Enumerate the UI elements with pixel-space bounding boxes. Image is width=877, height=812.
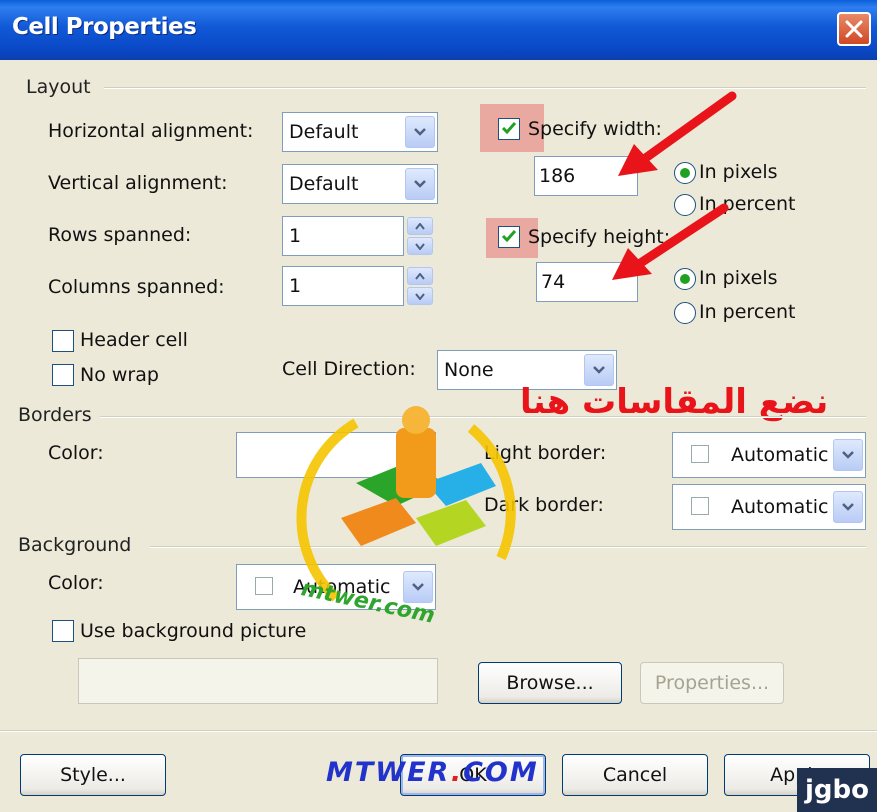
chevron-down-icon[interactable] [405, 168, 435, 200]
checkmark-icon [501, 230, 517, 243]
columns-spanned-value: 1 [289, 275, 302, 297]
header-cell-label[interactable]: Header cell [80, 329, 188, 351]
cell-direction-label: Cell Direction: [282, 358, 416, 380]
vertical-alignment-select[interactable]: Default [282, 164, 438, 204]
background-color-label: Color: [48, 572, 104, 594]
cell-properties-dialog: Cell Properties Layout Horizontal alignm… [0, 0, 877, 812]
vertical-alignment-label: Vertical alignment: [48, 172, 228, 194]
border-color-label: Color: [48, 442, 104, 464]
spin-down-icon[interactable] [407, 287, 433, 305]
color-swatch [255, 577, 273, 595]
layout-group-label: Layout [26, 76, 91, 98]
color-swatch [691, 445, 709, 463]
close-button[interactable] [837, 12, 871, 46]
height-value: 74 [541, 271, 566, 293]
background-group-label: Background [18, 534, 132, 556]
rows-spanned-input[interactable]: 1 [282, 216, 433, 256]
spin-up-icon[interactable] [407, 267, 433, 285]
horizontal-alignment-value: Default [289, 121, 359, 143]
rows-spanned-label: Rows spanned: [48, 224, 192, 246]
style-button[interactable]: Style... [20, 754, 166, 796]
chevron-down-icon[interactable] [405, 116, 435, 148]
columns-spanned-input[interactable]: 1 [282, 266, 433, 306]
properties-button[interactable]: Properties... [640, 662, 784, 704]
cancel-button[interactable]: Cancel [562, 754, 708, 796]
cell-direction-value: None [444, 359, 494, 381]
horizontal-alignment-label: Horizontal alignment: [48, 120, 254, 142]
chevron-down-icon[interactable] [833, 439, 863, 471]
checkmark-icon [501, 122, 517, 135]
background-picture-path-input[interactable] [78, 658, 438, 704]
header-cell-checkbox[interactable] [52, 330, 74, 352]
browse-button[interactable]: Browse... [478, 662, 622, 704]
dark-border-select[interactable]: Automatic [672, 484, 866, 530]
red-arrow-icon [612, 203, 729, 280]
footer-divider [0, 730, 877, 732]
specify-height-checkbox[interactable] [498, 226, 520, 248]
chevron-down-icon[interactable] [833, 491, 863, 523]
dark-border-value: Automatic [731, 496, 829, 518]
watermark-url-dot: . [450, 757, 464, 788]
light-border-value: Automatic [731, 444, 829, 466]
use-background-picture-checkbox[interactable] [52, 620, 74, 642]
layout-divider [104, 87, 866, 89]
red-arrow-icon [618, 91, 737, 176]
use-background-picture-label[interactable]: Use background picture [80, 620, 306, 642]
specify-width-checkbox[interactable] [498, 118, 520, 140]
borders-group-label: Borders [18, 404, 92, 426]
color-swatch [691, 497, 709, 515]
watermark-url-tail: COM [463, 757, 539, 788]
close-icon [845, 20, 863, 38]
vertical-alignment-value: Default [289, 173, 359, 195]
no-wrap-label[interactable]: No wrap [80, 364, 159, 386]
title-bar[interactable]: Cell Properties [0, 0, 877, 60]
corner-logo: jgbo [797, 768, 877, 812]
horizontal-alignment-select[interactable]: Default [282, 112, 438, 152]
spin-down-icon[interactable] [407, 237, 433, 255]
no-wrap-checkbox[interactable] [52, 364, 74, 386]
window-title: Cell Properties [12, 14, 197, 40]
spin-up-icon[interactable] [407, 217, 433, 235]
columns-spanned-label: Columns spanned: [48, 276, 225, 298]
width-value: 186 [539, 165, 576, 187]
light-border-select[interactable]: Automatic [672, 432, 866, 478]
rows-spanned-value: 1 [289, 225, 302, 247]
watermark-url-blue: MTWER [326, 757, 451, 788]
watermark-url: MTWER.COM [326, 757, 539, 788]
